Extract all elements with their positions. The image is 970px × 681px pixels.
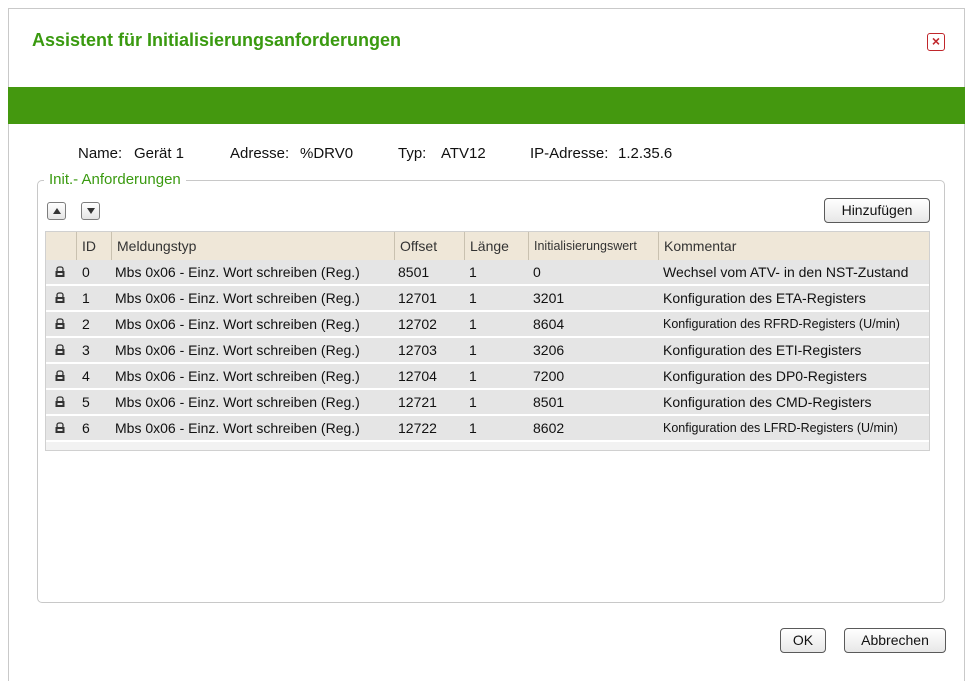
cell-init-value: 8501 (533, 394, 565, 410)
cell-init-value: 3206 (533, 342, 565, 358)
close-icon: × (931, 33, 941, 49)
device-address-label: Adresse: (230, 145, 290, 162)
cell-comment: Konfiguration des DP0-Registers (663, 368, 867, 384)
cell-id: 4 (82, 368, 90, 384)
device-type-label: Typ: (398, 145, 427, 162)
move-down-button[interactable] (81, 202, 100, 220)
table-row[interactable]: 0 Mbs 0x06 - Einz. Wort schreiben (Reg.)… (46, 260, 929, 286)
cell-length: 1 (469, 264, 477, 280)
add-button[interactable]: Hinzufügen (824, 198, 930, 223)
cell-comment: Konfiguration des LFRD-Registers (U/min) (663, 421, 898, 435)
column-header-comment[interactable]: Kommentar (658, 232, 929, 260)
cell-offset: 12702 (398, 316, 437, 332)
cell-id: 5 (82, 394, 90, 410)
table-row[interactable]: 5 Mbs 0x06 - Einz. Wort schreiben (Reg.)… (46, 390, 929, 416)
lock-icon (55, 266, 65, 277)
cell-length: 1 (469, 316, 477, 332)
cell-offset: 8501 (398, 264, 430, 280)
device-type-value: ATV12 (441, 145, 486, 162)
move-up-button[interactable] (47, 202, 66, 220)
close-button[interactable]: × (927, 33, 945, 51)
cell-comment: Konfiguration des CMD-Registers (663, 394, 872, 410)
ok-button[interactable]: OK (780, 628, 826, 653)
lock-icon (55, 292, 65, 303)
cell-message-type: Mbs 0x06 - Einz. Wort schreiben (Reg.) (115, 264, 360, 280)
cell-id: 3 (82, 342, 90, 358)
table-header: ID Meldungstyp Offset Länge Initialisier… (46, 232, 929, 261)
table-row[interactable]: 1 Mbs 0x06 - Einz. Wort schreiben (Reg.)… (46, 286, 929, 312)
cell-id: 2 (82, 316, 90, 332)
cell-offset: 12703 (398, 342, 437, 358)
cell-length: 1 (469, 342, 477, 358)
cell-offset: 12704 (398, 368, 437, 384)
cell-length: 1 (469, 368, 477, 384)
table-row[interactable]: 3 Mbs 0x06 - Einz. Wort schreiben (Reg.)… (46, 338, 929, 364)
lock-icon (55, 422, 65, 433)
column-header-id[interactable]: ID (76, 232, 111, 260)
cell-length: 1 (469, 290, 477, 306)
device-ip-value: 1.2.35.6 (618, 145, 673, 162)
cell-offset: 12701 (398, 290, 437, 306)
table-row[interactable]: 6 Mbs 0x06 - Einz. Wort schreiben (Reg.)… (46, 416, 929, 442)
device-name-label: Name: (78, 145, 123, 162)
lock-icon (55, 318, 65, 329)
cell-message-type: Mbs 0x06 - Einz. Wort schreiben (Reg.) (115, 368, 360, 384)
device-ip-label: IP-Adresse: (530, 145, 609, 162)
cell-length: 1 (469, 420, 477, 436)
column-header-offset[interactable]: Offset (394, 232, 464, 260)
cell-length: 1 (469, 394, 477, 410)
requests-table: ID Meldungstyp Offset Länge Initialisier… (45, 231, 930, 451)
cell-init-value: 0 (533, 264, 541, 280)
cell-init-value: 8604 (533, 316, 565, 332)
cell-init-value: 3201 (533, 290, 565, 306)
cell-message-type: Mbs 0x06 - Einz. Wort schreiben (Reg.) (115, 342, 360, 358)
cell-comment: Konfiguration des ETA-Registers (663, 290, 866, 306)
cell-init-value: 8602 (533, 420, 565, 436)
lock-icon (55, 344, 65, 355)
cell-id: 0 (82, 264, 90, 280)
cell-init-value: 7200 (533, 368, 565, 384)
cell-comment: Wechsel vom ATV- in den NST-Zustand (663, 264, 909, 280)
cell-comment: Konfiguration des RFRD-Registers (U/min) (663, 317, 900, 331)
cell-comment: Konfiguration des ETI-Registers (663, 342, 862, 358)
table-row[interactable]: 4 Mbs 0x06 - Einz. Wort schreiben (Reg.)… (46, 364, 929, 390)
lock-icon (55, 396, 65, 407)
arrow-up-icon (53, 208, 61, 214)
device-address-value: %DRV0 (300, 145, 354, 162)
column-header-length[interactable]: Länge (464, 232, 528, 260)
header-banner (8, 87, 965, 124)
column-header-init-value[interactable]: Initialisierungswert (528, 232, 658, 260)
device-name-value: Gerät 1 (134, 145, 185, 162)
cell-message-type: Mbs 0x06 - Einz. Wort schreiben (Reg.) (115, 394, 360, 410)
table-row[interactable]: 2 Mbs 0x06 - Einz. Wort schreiben (Reg.)… (46, 312, 929, 338)
cancel-button[interactable]: Abbrechen (844, 628, 946, 653)
init-requests-legend: Init.- Anforderungen (44, 171, 186, 188)
column-header-message-type[interactable]: Meldungstyp (111, 232, 394, 260)
cell-id: 1 (82, 290, 90, 306)
cell-offset: 12721 (398, 394, 437, 410)
lock-icon (55, 370, 65, 381)
dialog-title: Assistent für Initialisierungsanforderun… (32, 30, 402, 50)
cell-message-type: Mbs 0x06 - Einz. Wort schreiben (Reg.) (115, 316, 360, 332)
arrow-down-icon (87, 208, 95, 214)
cell-offset: 12722 (398, 420, 437, 436)
cell-message-type: Mbs 0x06 - Einz. Wort schreiben (Reg.) (115, 420, 360, 436)
cell-id: 6 (82, 420, 90, 436)
cell-message-type: Mbs 0x06 - Einz. Wort schreiben (Reg.) (115, 290, 360, 306)
